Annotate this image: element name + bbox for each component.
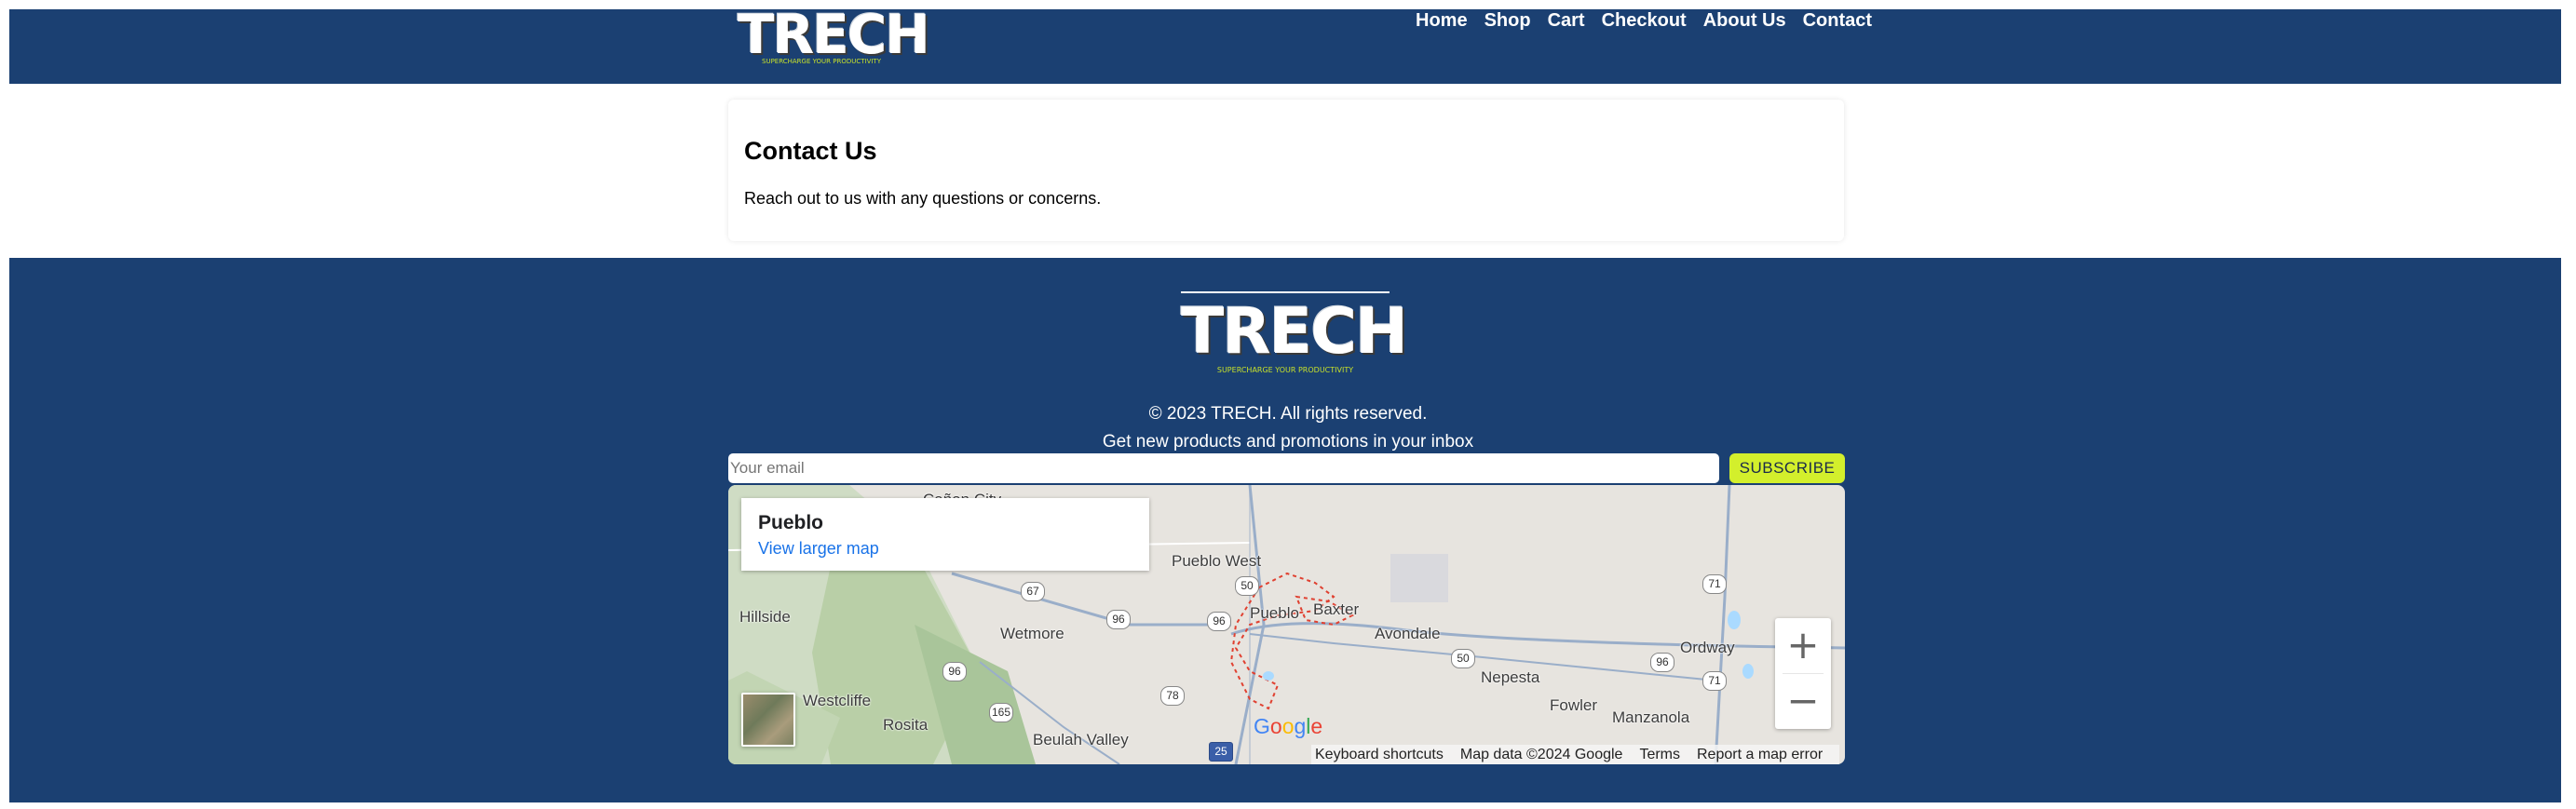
map-label-westcliffe: Westcliffe (803, 692, 872, 709)
route-shield: 96 (1207, 612, 1231, 631)
site-header (9, 9, 2561, 84)
map-label-ordway: Ordway (1680, 639, 1735, 656)
keyboard-shortcuts-link[interactable]: Keyboard shortcuts (1315, 747, 1444, 763)
route-shield: 96 (1650, 653, 1674, 672)
nav-contact[interactable]: Contact (1803, 9, 1872, 32)
route-shield: 50 (1235, 576, 1259, 596)
map-data-credit: Map data ©2024 Google (1459, 746, 1623, 762)
map-label-baxter: Baxter (1313, 600, 1360, 618)
satellite-toggle[interactable] (741, 693, 795, 747)
header-logo[interactable]: TRECH SUPERCHARGE YOUR PRODUCTIVITY (738, 0, 930, 73)
terms-link[interactable]: Terms (1639, 747, 1680, 763)
logo-wordmark: TRECH (1181, 295, 1408, 369)
embedded-map[interactable]: Cañon City Pueblo West Pueblo Baxter Avo… (728, 485, 1845, 764)
contact-card: Contact Us Reach out to us with any ques… (728, 100, 1844, 241)
view-larger-map-link[interactable]: View larger map (758, 539, 879, 559)
route-shield: 67 (1021, 582, 1045, 601)
map-label-pueblo-west: Pueblo West (1172, 552, 1262, 570)
nav-checkout[interactable]: Checkout (1602, 9, 1687, 32)
page-description: Reach out to us with any questions or co… (744, 189, 1102, 208)
map-label-hillside: Hillside (739, 608, 791, 626)
footer-logo[interactable]: TRECH SUPERCHARGE YOUR PRODUCTIVITY (1181, 291, 1408, 377)
map-label-manzanola: Manzanola (1612, 708, 1690, 726)
zoom-in-button[interactable]: + (1775, 618, 1831, 672)
route-shield: 96 (942, 662, 967, 681)
map-label-nepesta: Nepesta (1481, 668, 1540, 686)
map-label-fowler: Fowler (1550, 696, 1598, 714)
email-input[interactable] (728, 453, 1719, 483)
main-nav: Home Shop Cart Checkout About Us Contact (1416, 9, 1889, 32)
logo-top-rule (738, 0, 905, 2)
newsletter-text: Get new products and promotions in your … (1102, 432, 1474, 452)
interstate-shield: 25 (1209, 742, 1233, 762)
map-label-wetmore: Wetmore (1000, 625, 1064, 642)
nav-about-us[interactable]: About Us (1703, 9, 1786, 32)
zoom-out-button[interactable]: − (1775, 674, 1831, 728)
map-info-box: Pueblo View larger map (741, 498, 1149, 571)
map-label-pueblo: Pueblo (1250, 604, 1299, 622)
page-title: Contact Us (744, 137, 877, 165)
route-shield: 96 (1106, 610, 1131, 629)
nav-home[interactable]: Home (1416, 9, 1468, 32)
logo-tagline: SUPERCHARGE YOUR PRODUCTIVITY (762, 58, 881, 65)
route-shield: 71 (1702, 574, 1727, 594)
nav-shop[interactable]: Shop (1485, 9, 1531, 32)
route-shield: 78 (1160, 686, 1185, 706)
map-zoom-controls: + − (1775, 618, 1831, 729)
route-shield: 50 (1451, 649, 1475, 668)
route-shield: 71 (1702, 671, 1727, 691)
report-map-error-link[interactable]: Report a map error (1697, 747, 1823, 763)
map-attribution-bar: Keyboard shortcuts Map data ©2024 Google… (1311, 745, 1840, 764)
logo-wordmark: TRECH (738, 3, 930, 66)
google-logo: Google (1254, 714, 1323, 738)
copyright-text: © 2023 TRECH. All rights reserved. (1148, 404, 1428, 424)
map-label-rosita: Rosita (883, 716, 929, 734)
logo-top-rule (1181, 291, 1390, 293)
logo-tagline: SUPERCHARGE YOUR PRODUCTIVITY (1216, 366, 1354, 374)
map-place-name: Pueblo (758, 512, 824, 533)
map-label-avondale: Avondale (1375, 625, 1441, 642)
subscribe-button[interactable]: SUBSCRIBE (1729, 453, 1845, 483)
route-shield: 165 (989, 703, 1013, 722)
map-label-beulah-valley: Beulah Valley (1033, 731, 1129, 748)
nav-cart[interactable]: Cart (1548, 9, 1585, 32)
